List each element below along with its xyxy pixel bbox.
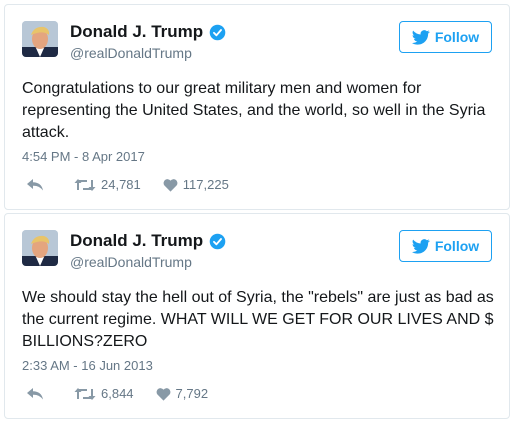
retweet-count: 24,781 [101,177,141,192]
author-name-row: Donald J. Trump [70,22,226,42]
tweet-actions: 24,781 117,225 [26,177,229,192]
reply-button[interactable] [26,178,44,192]
verified-badge-icon [209,233,226,250]
reply-button[interactable] [26,387,44,401]
avatar[interactable] [22,230,58,266]
tweet-text: We should stay the hell out of Syria, th… [22,289,494,350]
retweet-icon [74,178,96,191]
tweet-card: Donald J. Trump @realDonaldTrump Follow … [4,4,510,210]
twitter-bird-icon [411,238,430,254]
display-name[interactable]: Donald J. Trump [70,22,203,42]
retweet-button[interactable]: 24,781 [74,177,141,192]
tweet-timestamp[interactable]: 4:54 PM - 8 Apr 2017 [22,149,145,164]
reply-icon [27,387,43,399]
follow-label: Follow [434,29,480,45]
like-button[interactable]: 117,225 [163,177,229,192]
heart-icon [163,178,178,192]
user-handle[interactable]: @realDonaldTrump [70,254,192,270]
tweet-text: Congratulations to our great military me… [22,80,486,141]
display-name[interactable]: Donald J. Trump [70,231,203,251]
reply-icon [27,178,43,190]
avatar[interactable] [22,21,58,57]
like-count: 117,225 [182,177,229,192]
like-button[interactable]: 7,792 [156,386,209,401]
follow-label: Follow [434,238,480,254]
retweet-button[interactable]: 6,844 [74,386,134,401]
verified-badge-icon [209,24,226,41]
tweet-card: Donald J. Trump @realDonaldTrump Follow … [4,213,510,419]
retweet-icon [74,387,96,400]
twitter-bird-icon [411,29,430,45]
follow-button[interactable]: Follow [399,230,492,262]
heart-icon [156,387,170,401]
like-count: 7,792 [175,386,209,401]
user-handle[interactable]: @realDonaldTrump [70,45,192,61]
author-name-row: Donald J. Trump [70,231,226,251]
tweet-timestamp[interactable]: 2:33 AM - 16 Jun 2013 [22,358,153,373]
tweet-actions: 6,844 7,792 [26,386,208,401]
follow-button[interactable]: Follow [399,21,492,53]
retweet-count: 6,844 [101,386,134,401]
